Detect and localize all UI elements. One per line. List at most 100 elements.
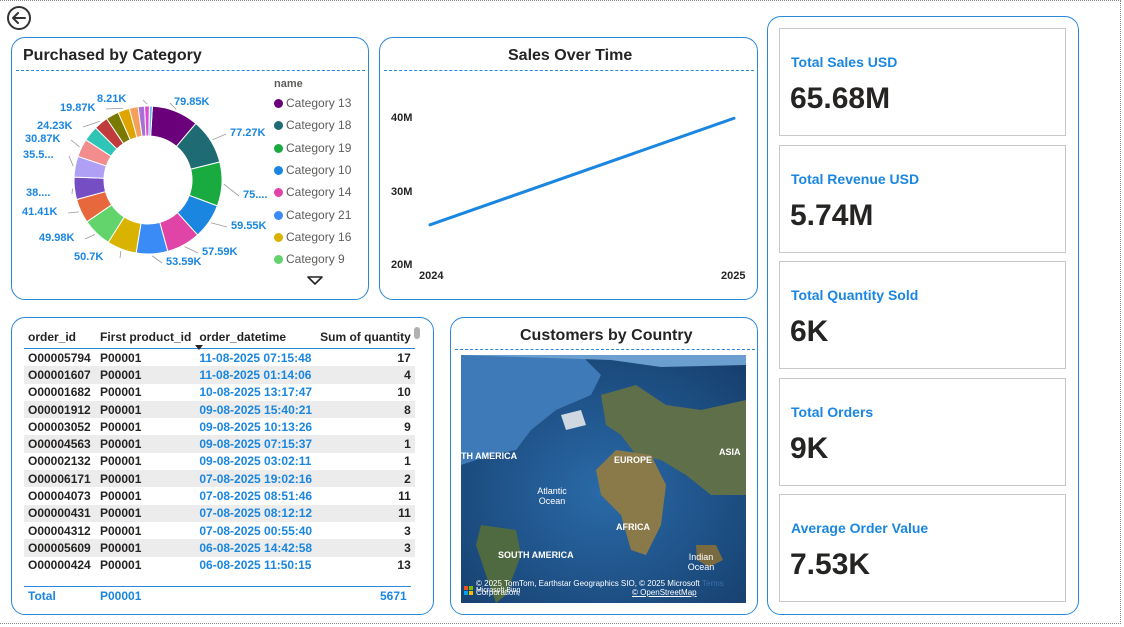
y-tick-label: 40M — [391, 112, 413, 124]
map-label-asia: ASIA — [719, 447, 741, 457]
kpi-label: Total Orders — [791, 403, 874, 420]
donut-data-label: 24.23K — [37, 120, 73, 132]
cell-product-id: P00001 — [100, 558, 142, 573]
y-tick-label: 30M — [391, 185, 413, 198]
y-tick-label: 20M — [391, 259, 413, 271]
table-row[interactable]: O00003052 P00001 09-08-2025 10:13:26 9 — [24, 418, 415, 435]
kpi-card[interactable]: Total Revenue USD 5.74M — [779, 144, 1066, 253]
donut-data-label: 35.5... — [23, 149, 54, 161]
cell-order-datetime: 11-08-2025 01:14:06 — [195, 366, 317, 384]
kpi-card[interactable]: Total Orders 9K — [779, 377, 1066, 486]
kpi-label: Total Quantity Sold — [791, 287, 919, 303]
donut-data-label: 41.41K — [22, 206, 58, 218]
donut-data-label: 30.87K — [25, 133, 61, 145]
donut-data-label: 53.59K — [166, 256, 202, 268]
cell-order-id: O00000431 — [24, 504, 96, 522]
col-order-datetime[interactable]: order_datetime — [195, 326, 317, 349]
kpi-value: 6K — [790, 315, 829, 348]
cell-order-id: O00000424 — [28, 558, 91, 573]
table-row[interactable]: O00000424 P00001 06-08-2025 11:50:15 13 — [24, 557, 415, 574]
cell-order-id: O00001682 — [28, 385, 91, 400]
cell-order-datetime: 07-08-2025 08:51:46 — [199, 489, 313, 504]
orders-table: order_id First product_id order_datetime… — [24, 326, 415, 574]
kpi-value: 5.74M — [790, 198, 874, 232]
world-map[interactable]: TH AMERICA EUROPE ASIA Atlantic Ocean AF… — [461, 355, 746, 603]
cell-order-id: O00003052 — [28, 419, 91, 434]
table-row[interactable]: O00000431 P00001 07-08-2025 08:12:12 11 — [24, 504, 415, 522]
table-row[interactable]: O00002132 P00001 09-08-2025 03:02:11 1 — [24, 453, 415, 470]
cell-order-id: O00004312 — [28, 523, 91, 538]
cell-order-datetime: 09-08-2025 15:40:21 — [195, 400, 317, 419]
cell-quantity: 11 — [398, 489, 411, 504]
cell-order-datetime: 11-08-2025 07:15:48 — [199, 350, 312, 365]
cell-quantity: 1 — [316, 435, 415, 453]
cell-quantity: 11 — [316, 504, 415, 522]
table-row[interactable]: O00004073 P00001 07-08-2025 08:51:46 11 — [24, 487, 415, 504]
sort-descending-icon — [195, 345, 203, 350]
map-label-africa: AFRICA — [616, 522, 650, 532]
cell-product-id: P00001 — [100, 454, 142, 469]
cell-order-id: O00005609 — [24, 539, 96, 557]
cell-order-id: O00004073 — [28, 489, 91, 504]
cell-order-id: O00001607 — [24, 366, 96, 384]
map-label-north-america: TH AMERICA — [461, 451, 518, 461]
cell-product-id: P00001 — [96, 539, 196, 557]
table-row[interactable]: O00001607 P00001 11-08-2025 01:14:06 4 — [24, 366, 415, 384]
map-title-divider — [455, 349, 755, 350]
cell-order-datetime: 07-08-2025 08:12:12 — [195, 504, 317, 522]
total-label: Total — [28, 589, 56, 603]
cell-product-id: P00001 — [96, 504, 196, 522]
map-label-south-america: SOUTH AMERICA — [498, 550, 574, 560]
cell-product-id: P00001 — [100, 523, 142, 538]
col-order-id[interactable]: order_id — [24, 326, 96, 349]
donut-data-label: 75.... — [243, 189, 268, 201]
table-row[interactable]: O00005609 P00001 06-08-2025 14:42:58 3 — [24, 539, 415, 557]
cell-product-id: P00001 — [100, 419, 142, 434]
donut-data-label: 49.98K — [39, 232, 75, 244]
kpi-label: Average Order Value — [791, 520, 929, 536]
kpi-card[interactable]: Total Quantity Sold 6K — [779, 261, 1066, 369]
kpi-card[interactable]: Total Sales USD 65.68M — [779, 28, 1066, 136]
kpi-label: Total Sales USD — [791, 54, 898, 70]
table-row[interactable]: O00001682 P00001 10-08-2025 13:17:47 10 — [24, 384, 415, 401]
cell-product-id: P00001 — [100, 385, 142, 400]
kpi-value: 9K — [790, 431, 829, 465]
map-title: Customers by Country — [520, 327, 693, 344]
table-row[interactable]: O00001912 P00001 09-08-2025 15:40:21 8 — [24, 400, 415, 419]
cell-quantity: 1 — [404, 454, 411, 469]
cell-order-id: O00006171 — [24, 470, 96, 488]
cell-quantity: 13 — [397, 558, 411, 573]
cell-product-id: P00001 — [96, 400, 196, 419]
cell-order-datetime: 07-08-2025 00:55:40 — [199, 523, 313, 538]
cell-order-datetime: 06-08-2025 14:42:58 — [195, 539, 317, 557]
table-scrollbar[interactable] — [414, 327, 420, 339]
donut-data-label: 19.87K — [60, 102, 96, 114]
col-sum-of-quantity[interactable]: Sum of quantity — [316, 326, 415, 349]
cell-quantity: 17 — [397, 350, 411, 365]
map-credit-link[interactable]: © OpenStreetMap — [632, 588, 697, 597]
donut-data-label: 57.59K — [202, 246, 238, 258]
col-first-product-id[interactable]: First product_id — [96, 326, 196, 349]
table-row[interactable]: O00005794 P00001 11-08-2025 07:15:48 17 — [24, 349, 415, 367]
table-row[interactable]: O00004563 P00001 09-08-2025 07:15:37 1 — [24, 435, 415, 453]
kpi-card[interactable]: Average Order Value 7.53K — [779, 494, 1066, 602]
cell-quantity: 3 — [404, 523, 411, 538]
table-row[interactable]: O00006171 P00001 07-08-2025 19:02:16 2 — [24, 470, 415, 488]
x-tick-label: 2024 — [419, 270, 444, 282]
cell-product-id: P00001 — [100, 350, 142, 365]
map-terms-link[interactable]: Terms — [702, 579, 724, 588]
donut-data-label: 38.... — [26, 187, 51, 199]
x-tick-label: 2025 — [721, 270, 746, 282]
cell-quantity: 4 — [316, 366, 415, 384]
table-clip: order_id First product_id order_datetime… — [0, 0, 430, 585]
kpi-value: 7.53K — [790, 548, 871, 581]
table-row[interactable]: O00004312 P00001 07-08-2025 00:55:40 3 — [24, 522, 415, 539]
kpi-value: 65.68M — [790, 82, 891, 115]
total-row-divider — [24, 586, 411, 587]
sales-line[interactable] — [428, 116, 736, 227]
cell-quantity: 2 — [316, 470, 415, 488]
donut-data-label: 77.27K — [230, 127, 266, 139]
donut-data-label: 59.55K — [231, 220, 267, 232]
cell-product-id: P00001 — [96, 366, 196, 384]
cell-order-datetime: 07-08-2025 19:02:16 — [195, 470, 317, 488]
